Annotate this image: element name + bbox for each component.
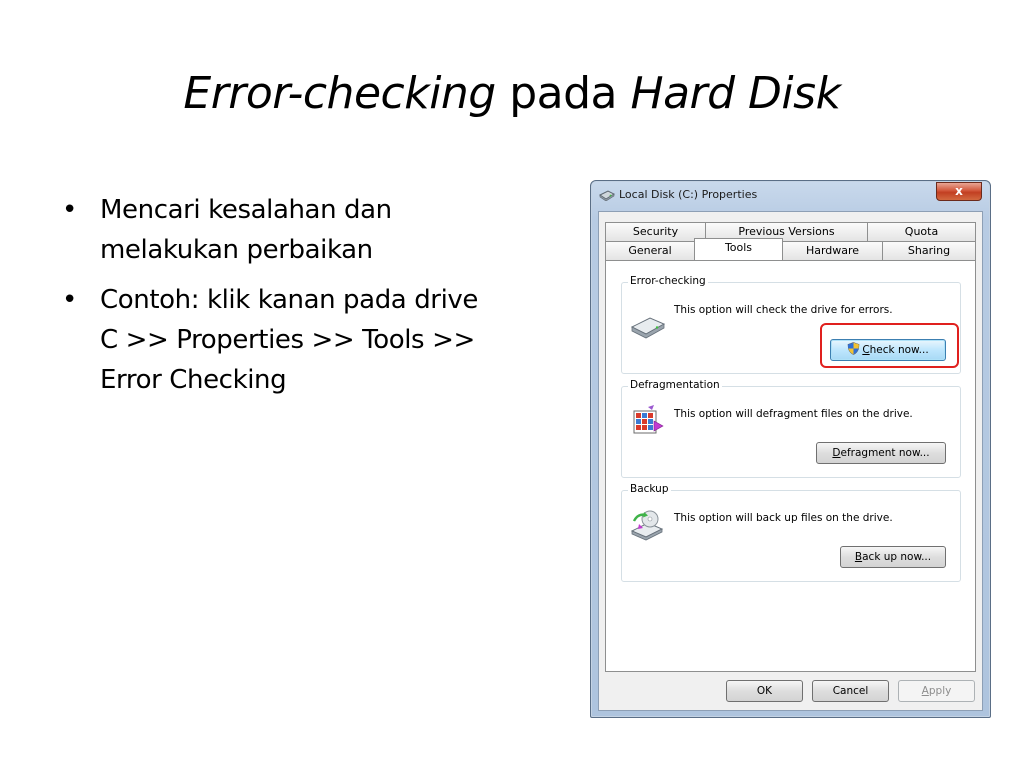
backup-description: This option will back up files on the dr…: [674, 512, 893, 524]
dialog-titlebar[interactable]: Local Disk (C:) Properties x: [591, 181, 990, 209]
backup-group: Backup This option will back up files on…: [621, 483, 961, 582]
defragment-icon: [633, 405, 664, 434]
apply-hotkey: A: [921, 685, 929, 697]
error-checking-description: This option will check the drive for err…: [674, 304, 893, 316]
back-up-now-button[interactable]: Back up now...: [840, 546, 946, 568]
slide-title: Error-checking pada Hard Disk: [0, 68, 1024, 119]
tab-general[interactable]: General: [605, 241, 695, 260]
defragment-now-label: efragment now...: [840, 447, 930, 459]
dialog-client: Security Previous Versions Quota General…: [598, 211, 983, 711]
bullet-item-1: Mencari kesalahan dan melakukan perbaika…: [60, 190, 500, 270]
defragmentation-label: Defragmentation: [628, 379, 722, 391]
hard-drive-icon: [630, 317, 666, 339]
check-now-highlight: [820, 323, 959, 368]
defragmentation-group: Defragmentation This option will defragm…: [621, 379, 961, 478]
tab-sharing[interactable]: Sharing: [882, 241, 976, 260]
cancel-button[interactable]: Cancel: [812, 680, 889, 702]
apply-label: pply: [928, 685, 952, 697]
title-italic-hard-disk: Hard Disk: [630, 68, 842, 119]
back-up-now-label: ack up now...: [862, 551, 932, 563]
bullet-item-2: Contoh: klik kanan pada drive C >> Prope…: [60, 280, 500, 400]
error-checking-label: Error-checking: [628, 275, 708, 287]
ok-button[interactable]: OK: [726, 680, 803, 702]
defragment-now-button[interactable]: Defragment now...: [816, 442, 946, 464]
tab-quota[interactable]: Quota: [867, 222, 976, 241]
tab-security[interactable]: Security: [605, 222, 706, 241]
tab-hardware[interactable]: Hardware: [782, 241, 883, 260]
bullet-list: Mencari kesalahan dan melakukan perbaika…: [60, 190, 500, 410]
close-button[interactable]: x: [936, 182, 982, 201]
apply-button[interactable]: Apply: [898, 680, 975, 702]
drive-icon: [599, 190, 615, 201]
title-italic-error-checking: Error-checking: [183, 68, 496, 119]
tools-tab-panel: Error-checking This option will check th…: [605, 260, 976, 672]
defragment-now-hotkey: D: [832, 447, 841, 459]
tab-tools[interactable]: Tools: [694, 238, 783, 260]
dialog-title: Local Disk (C:) Properties: [619, 188, 758, 201]
backup-label: Backup: [628, 483, 671, 495]
title-connector: pada: [495, 68, 631, 119]
properties-dialog: Local Disk (C:) Properties x Security Pr…: [590, 180, 991, 718]
defragmentation-description: This option will defragment files on the…: [674, 408, 913, 420]
backup-icon: [630, 510, 664, 541]
